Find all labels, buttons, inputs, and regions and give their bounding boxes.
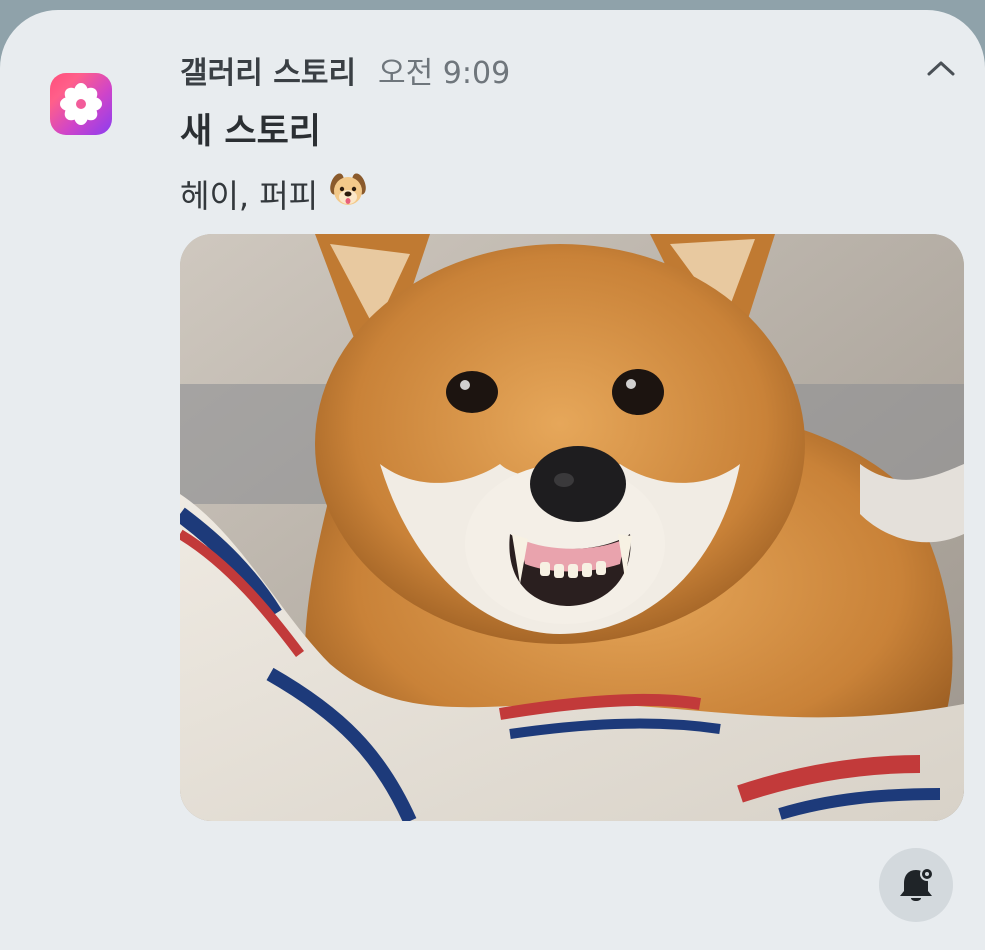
app-name: 갤러리 스토리 <box>180 56 357 91</box>
message-text: 헤이, 퍼피 <box>180 177 319 215</box>
bell-settings-icon <box>900 867 934 901</box>
shiba-inu-photo[interactable] <box>180 234 964 821</box>
flower-icon <box>50 73 112 135</box>
notification-message: 헤이, 퍼피 <box>180 170 368 218</box>
notification-title: 새 스토리 <box>180 112 321 152</box>
chevron-up-icon <box>927 61 955 76</box>
dog-face-icon <box>328 170 368 218</box>
notification-header: 갤러리 스토리 오전 9:09 <box>180 48 510 92</box>
collapse-button[interactable] <box>918 50 964 86</box>
notification-card[interactable]: 갤러리 스토리 오전 9:09 새 스토리 헤이, 퍼피 <box>0 10 985 950</box>
notification-settings-button[interactable] <box>879 848 953 922</box>
notification-time: 오전 9:09 <box>378 56 511 91</box>
